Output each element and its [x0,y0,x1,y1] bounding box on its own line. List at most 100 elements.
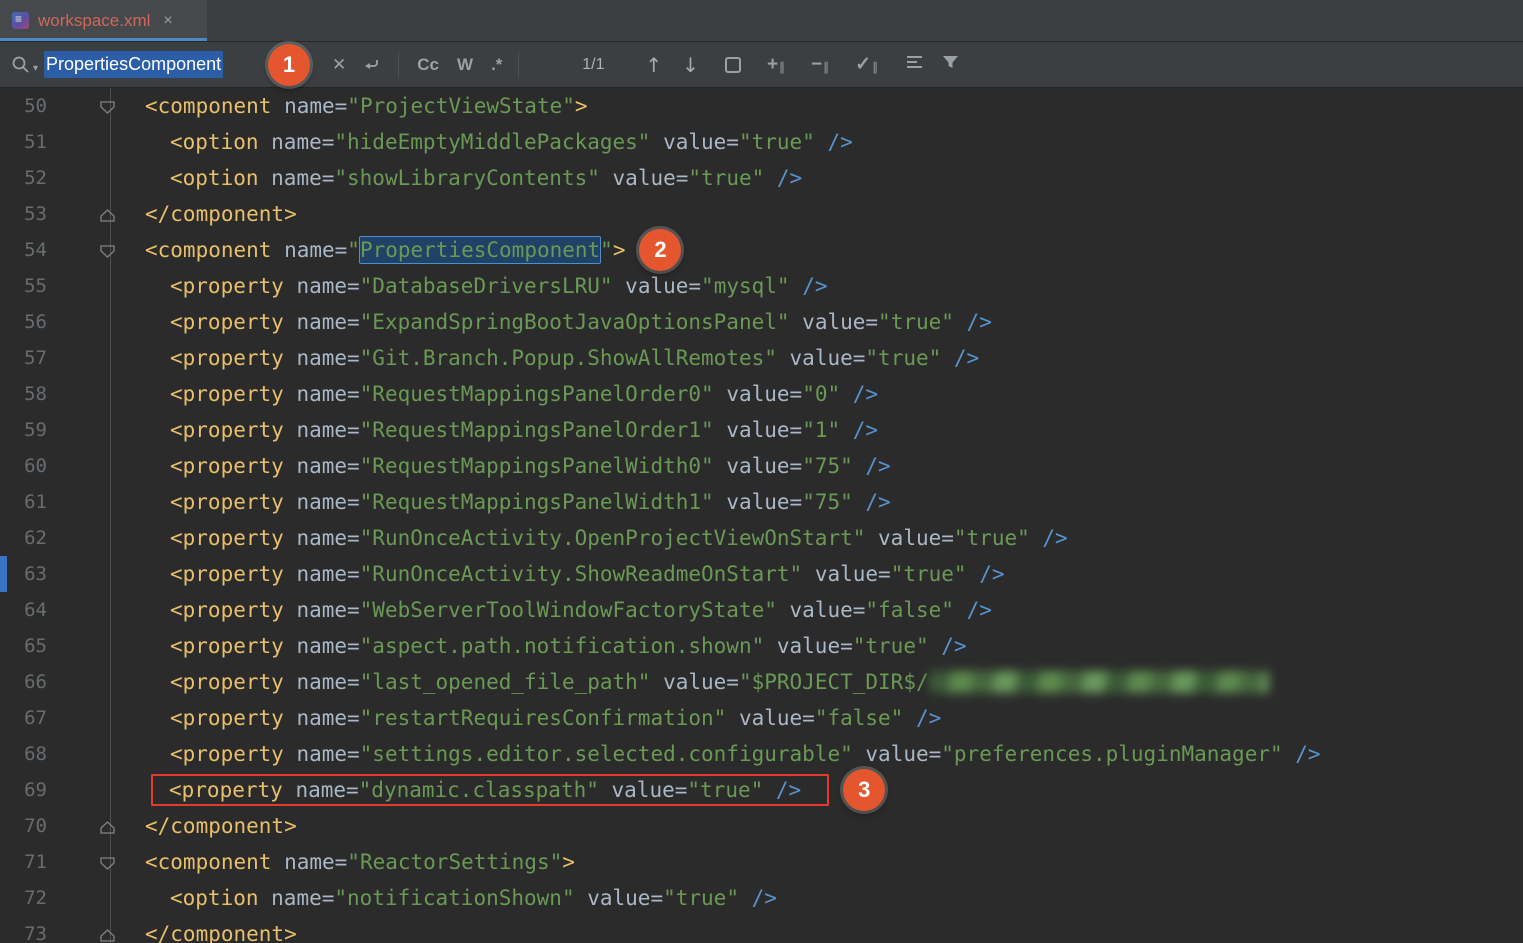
code-line[interactable]: 62 <property name="RunOnceActivity.OpenPr… [0,520,1523,556]
fold-gutter [47,772,145,808]
clear-search-icon[interactable]: ✕ [332,55,346,75]
code-text: <component name="ProjectViewState"> [145,88,588,124]
code-line[interactable]: 54<component name="PropertiesComponent">… [0,232,1523,268]
code-line[interactable]: 58 <property name="RequestMappingsPanelOr… [0,376,1523,412]
line-number: 50 [0,88,47,124]
code-text: <component name="ReactorSettings"> [145,844,575,880]
code-line[interactable]: 72 <option name="notificationShown" value… [0,880,1523,916]
fold-gutter [47,880,145,916]
code-line[interactable]: 59 <property name="RequestMappingsPanelOr… [0,412,1523,448]
fold-marker-start[interactable] [100,243,115,256]
code-text: <option name="showLibraryContents" value… [145,160,802,196]
code-text: <property name="settings.editor.selected… [145,736,1321,772]
code-line[interactable]: 57<property name="Git.Branch.Popup.ShowA… [0,340,1523,376]
line-number: 58 [0,376,47,412]
search-icon[interactable]: ▾ [10,54,38,76]
code-line[interactable]: 71 <component name="ReactorSettings"> [0,844,1523,880]
fold-gutter [47,124,145,160]
fold-gutter [47,592,145,628]
fold-gutter [47,736,145,772]
search-history-chevron-icon[interactable]: ▾ [33,63,38,74]
code-line[interactable]: 70</component> [0,808,1523,844]
fold-marker-end[interactable] [100,207,115,220]
fold-gutter [47,232,145,268]
code-text: <property name="DatabaseDriversLRU" valu… [145,268,828,304]
horizontal-lines-icon[interactable] [906,54,924,75]
code-text: <property name="RunOnceActivity.OpenProj… [145,520,1068,556]
fold-gutter [47,700,145,736]
newline-icon[interactable] [362,55,382,75]
fold-marker-start[interactable] [100,99,115,112]
tab-close-icon[interactable]: × [163,12,172,30]
code-line[interactable]: 60 <property name="RequestMappingsPanelWi… [0,448,1523,484]
code-text: <property name="WebServerToolWindowFacto… [145,592,992,628]
match-counter: 1/1 [571,56,615,74]
fold-marker-end[interactable] [100,927,115,940]
code-line[interactable]: 61<property name="RequestMappingsPanelWi… [0,484,1523,520]
line-number: 60 [0,448,47,484]
code-line[interactable]: 67<property name="restartRequiresConfirm… [0,700,1523,736]
previous-occurrence-button[interactable]: ↑ [645,53,662,77]
line-number: 73 [0,916,47,943]
code-line[interactable]: 56<property name="ExpandSpringBootJavaOp… [0,304,1523,340]
code-line[interactable]: 63 <property name="RunOnceActivity.ShowRe… [0,556,1523,592]
line-number: 71 [0,844,47,880]
next-occurrence-button[interactable]: ↓ [682,53,699,77]
fold-gutter [47,484,145,520]
line-number: 72 [0,880,47,916]
code-line[interactable]: 51<option name="hideEmptyMiddlePackages"… [0,124,1523,160]
select-all-occurrences-icon[interactable]: ✓∥ [855,53,878,76]
fold-marker-start[interactable] [100,855,115,868]
line-number: 59 [0,412,47,448]
line-number: 54 [0,232,47,268]
line-number: 56 [0,304,47,340]
code-line[interactable]: 66<property name="last_opened_file_path"… [0,664,1523,700]
code-text: <property name="last_opened_file_path" v… [145,664,1269,700]
code-line[interactable]: 52<option name="showLibraryContents" val… [0,160,1523,196]
line-number: 64 [0,592,47,628]
redacted-text [929,671,1269,693]
code-text: <property name="RequestMappingsPanelWidt… [145,448,891,484]
regex-toggle[interactable]: .* [491,55,502,75]
code-line[interactable]: 65<property name="aspect.path.notificati… [0,628,1523,664]
code-line[interactable]: 53</component> [0,196,1523,232]
filter-icon[interactable] [942,54,959,75]
code-text: <property name="RequestMappingsPanelOrde… [145,376,878,412]
code-line[interactable]: 68<property name="settings.editor.select… [0,736,1523,772]
annotation-badge-1: 1 [268,44,310,86]
add-occurrence-icon[interactable]: +∥ [767,54,785,76]
find-bar: ▾ PropertiesComponent 1 ✕ Cc W .* 1/1 ↑ … [0,42,1523,88]
code-line[interactable]: 64 <property name="WebServerToolWindowFac… [0,592,1523,628]
whole-words-toggle[interactable]: W [457,55,473,75]
fold-gutter [47,88,145,124]
line-number: 62 [0,520,47,556]
code-text: </component> [145,916,297,943]
annotation-highlight-box: <property name="dynamic.classpath" value… [151,774,829,806]
code-text: <property name="RunOnceActivity.ShowRead… [145,556,1004,592]
code-line[interactable]: 73 </component> [0,916,1523,943]
search-match-highlight: PropertiesComponent [360,237,600,263]
code-text: <option name="notificationShown" value="… [145,880,777,916]
search-in-selection-icon[interactable] [725,57,741,73]
editor[interactable]: 50 <component name="ProjectViewState">51<… [0,88,1523,943]
code-line[interactable]: 55 <property name="DatabaseDriversLRU" va… [0,268,1523,304]
match-case-toggle[interactable]: Cc [417,55,439,75]
line-number: 65 [0,628,47,664]
fold-gutter [47,376,145,412]
fold-marker-end[interactable] [100,819,115,832]
fold-gutter [47,196,145,232]
search-input[interactable]: PropertiesComponent [44,51,256,78]
code-text: <property name="RequestMappingsPanelOrde… [145,412,878,448]
tab-workspace-xml[interactable]: workspace.xml × [0,0,207,41]
remove-occurrence-icon[interactable]: −∥ [811,54,829,76]
annotation-badge-2: 2 [639,229,681,271]
xml-file-icon [12,12,29,29]
fold-gutter [47,664,145,700]
code-line[interactable]: 50 <component name="ProjectViewState"> [0,88,1523,124]
line-number: 55 [0,268,47,304]
line-number: 57 [0,340,47,376]
line-number: 63 [0,556,47,592]
code-line[interactable]: 69<property name="dynamic.classpath" val… [0,772,1523,808]
line-number: 67 [0,700,47,736]
tab-title: workspace.xml [38,11,150,31]
